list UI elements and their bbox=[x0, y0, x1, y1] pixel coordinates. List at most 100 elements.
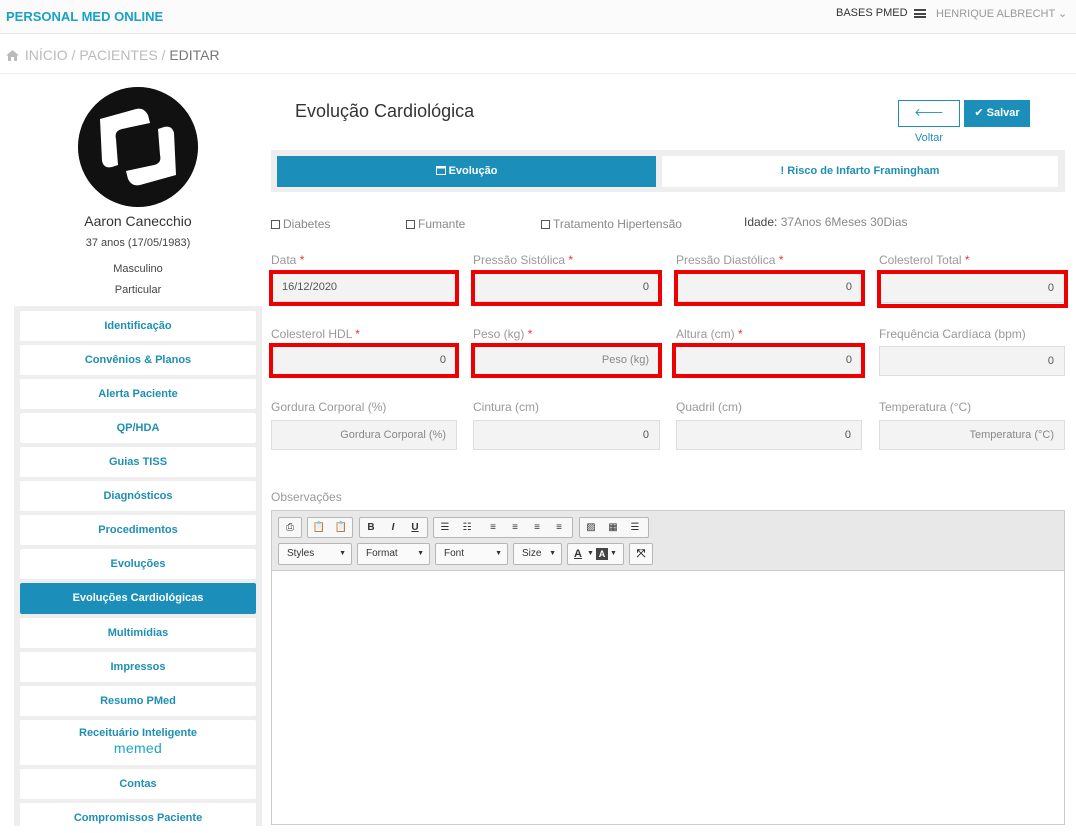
size-dropdown[interactable]: Size ▼ bbox=[513, 543, 562, 565]
label-text: Colesterol HDL bbox=[271, 327, 352, 341]
frequencia-cardiaca-field[interactable]: 0 bbox=[879, 346, 1065, 376]
cintura-label: Cintura (cm) bbox=[473, 400, 540, 414]
bullet-list-icon[interactable]: ☷ bbox=[459, 521, 475, 535]
temperatura-label: Temperatura (°C) bbox=[879, 400, 972, 414]
brand-logo[interactable]: PERSONAL MED ONLINE bbox=[6, 9, 163, 24]
checkbox-box[interactable] bbox=[406, 220, 415, 229]
highlight-box bbox=[471, 270, 662, 306]
breadcrumb-inicio[interactable]: INÍCIO bbox=[25, 47, 68, 63]
sidebar-item-convenios[interactable]: Convênios & Planos bbox=[20, 345, 256, 375]
gordura-corporal-field[interactable]: Gordura Corporal (%) bbox=[271, 420, 457, 450]
breadcrumb-separator: / bbox=[157, 47, 170, 63]
exclamation-icon: ! bbox=[780, 165, 785, 177]
sidebar-item-guias-tiss[interactable]: Guias TISS bbox=[20, 447, 256, 477]
editor-content[interactable] bbox=[272, 572, 1064, 824]
fumante-checkbox[interactable]: Fumante bbox=[406, 217, 465, 231]
pressao-diastolica-label: Pressão Diastólica * bbox=[676, 253, 783, 267]
sidebar-item-receituario[interactable]: Receituário Inteligente memed bbox=[20, 720, 256, 765]
bases-menu[interactable]: BASES PMED bbox=[836, 7, 908, 19]
page-title: Evolução Cardiológica bbox=[295, 101, 475, 121]
age-label: Idade: bbox=[744, 215, 778, 229]
caret-down-icon: ▼ bbox=[610, 550, 617, 557]
highlight-box bbox=[672, 343, 865, 378]
paste-text-icon[interactable]: 📋 bbox=[333, 521, 349, 535]
caret-down-icon: ▼ bbox=[495, 550, 502, 557]
sidebar-item-resumo-pmed[interactable]: Resumo PMed bbox=[20, 686, 256, 716]
cintura-field[interactable]: 0 bbox=[473, 420, 660, 450]
align-center-icon[interactable]: ≡ bbox=[507, 521, 523, 535]
user-menu[interactable]: HENRIQUE ALBRECHT ⌄ bbox=[936, 7, 1067, 20]
sidebar-item-alerta[interactable]: Alerta Paciente bbox=[20, 379, 256, 409]
label-text: Colesterol Total bbox=[879, 253, 962, 267]
temperatura-field[interactable]: Temperatura (°C) bbox=[879, 420, 1065, 450]
horizontal-line-icon[interactable]: ☰ bbox=[627, 521, 643, 535]
tab-risco-infarto[interactable]: ! Risco de Infarto Framingham bbox=[662, 156, 1058, 187]
patient-plan: Particular bbox=[114, 284, 162, 296]
patient-sex: Masculino bbox=[113, 263, 163, 275]
numbered-list-icon[interactable]: ☰ bbox=[437, 521, 453, 535]
sidebar-item-diagnosticos[interactable]: Diagnósticos bbox=[20, 481, 256, 511]
quadril-field[interactable]: 0 bbox=[676, 420, 862, 450]
sidebar-item-procedimentos[interactable]: Procedimentos bbox=[20, 515, 256, 545]
highlight-box bbox=[471, 343, 662, 378]
checkbox-label: Fumante bbox=[418, 217, 466, 231]
save-button-label: Salvar bbox=[986, 107, 1020, 119]
tab-evolucao[interactable]: Evolução bbox=[277, 156, 656, 187]
text-color-button[interactable]: A ▼ A ▼ bbox=[567, 543, 624, 565]
sidebar-item-compromissos[interactable]: Compromissos Paciente bbox=[20, 803, 256, 833]
toolbar-group: ☰ ☷ ≡ ≡ ≡ ≡ bbox=[433, 517, 573, 538]
checkbox-box[interactable] bbox=[271, 220, 280, 229]
sidebar-item-identificacao[interactable]: Identificação bbox=[20, 311, 256, 341]
caret-down-icon: ▼ bbox=[417, 550, 424, 557]
underline-icon[interactable]: U bbox=[407, 521, 423, 535]
sidebar-item-multimidias[interactable]: Multimídias bbox=[20, 618, 256, 648]
sidebar-item-evolucoes[interactable]: Evoluções bbox=[20, 549, 256, 579]
paste-icon[interactable]: 📋 bbox=[311, 521, 327, 535]
text-color-icon: A bbox=[574, 548, 582, 560]
required-mark: * bbox=[527, 327, 533, 341]
required-mark: * bbox=[964, 253, 970, 267]
justify-icon[interactable]: ≡ bbox=[551, 521, 567, 535]
tab-label: Risco de Infarto Framingham bbox=[787, 165, 940, 177]
observacoes-label: Observações bbox=[271, 490, 342, 504]
database-icon[interactable] bbox=[914, 9, 926, 18]
align-right-icon[interactable]: ≡ bbox=[529, 521, 545, 535]
sidebar-item-impressos[interactable]: Impressos bbox=[20, 652, 256, 682]
required-mark: * bbox=[299, 253, 305, 267]
save-button[interactable]: ✔ Salvar bbox=[964, 100, 1030, 127]
caret-down-icon: ▼ bbox=[549, 550, 556, 557]
font-dropdown[interactable]: Font ▼ bbox=[435, 543, 508, 565]
toolbar-group: 📋 📋 bbox=[307, 517, 353, 538]
breadcrumb-pacientes[interactable]: PACIENTES bbox=[79, 47, 157, 63]
tab-bar: Evolução ! Risco de Infarto Framingham bbox=[271, 150, 1065, 192]
highlight-box bbox=[674, 270, 865, 306]
breadcrumb-editar: EDITAR bbox=[169, 47, 220, 63]
gordura-corporal-label: Gordura Corporal (%) bbox=[271, 400, 387, 414]
hipertensao-checkbox[interactable]: Tratamento Hipertensão bbox=[541, 217, 682, 231]
align-left-icon[interactable]: ≡ bbox=[485, 521, 501, 535]
quadril-label: Quadril (cm) bbox=[676, 400, 743, 414]
print-icon[interactable]: ⎙ bbox=[282, 521, 298, 535]
sidebar-item-evolucoes-cardiologicas[interactable]: Evoluções Cardiológicas bbox=[20, 583, 256, 614]
maximize-icon: ⤧ bbox=[636, 548, 646, 560]
required-mark: * bbox=[738, 327, 743, 341]
bold-icon[interactable]: B bbox=[363, 521, 379, 535]
checkbox-box[interactable] bbox=[541, 220, 550, 229]
back-button[interactable]: 🡐 Voltar bbox=[898, 100, 960, 144]
sidebar-item-qp-hda[interactable]: QP/HDA bbox=[20, 413, 256, 443]
sidebar-item-contas[interactable]: Contas bbox=[20, 769, 256, 799]
patient-age: 37 anos (17/05/1983) bbox=[85, 237, 191, 249]
format-dropdown[interactable]: Format ▼ bbox=[357, 543, 430, 565]
memed-logo: memed bbox=[113, 740, 163, 756]
image-icon[interactable]: ▨ bbox=[583, 521, 599, 535]
italic-icon[interactable]: I bbox=[385, 521, 401, 535]
tab-label: Evolução bbox=[448, 165, 498, 177]
frequencia-cardiaca-label: Frequência Cardíaca (bpm) bbox=[879, 327, 1026, 341]
table-icon[interactable]: ▦ bbox=[605, 521, 621, 535]
diabetes-checkbox[interactable]: Diabetes bbox=[271, 217, 330, 231]
styles-dropdown[interactable]: Styles ▼ bbox=[278, 543, 352, 565]
dropdown-label: Font bbox=[444, 548, 465, 559]
maximize-button[interactable]: ⤧ bbox=[629, 543, 653, 565]
checkbox-label: Tratamento Hipertensão bbox=[553, 217, 682, 231]
altura-label: Altura (cm) * bbox=[676, 327, 743, 341]
